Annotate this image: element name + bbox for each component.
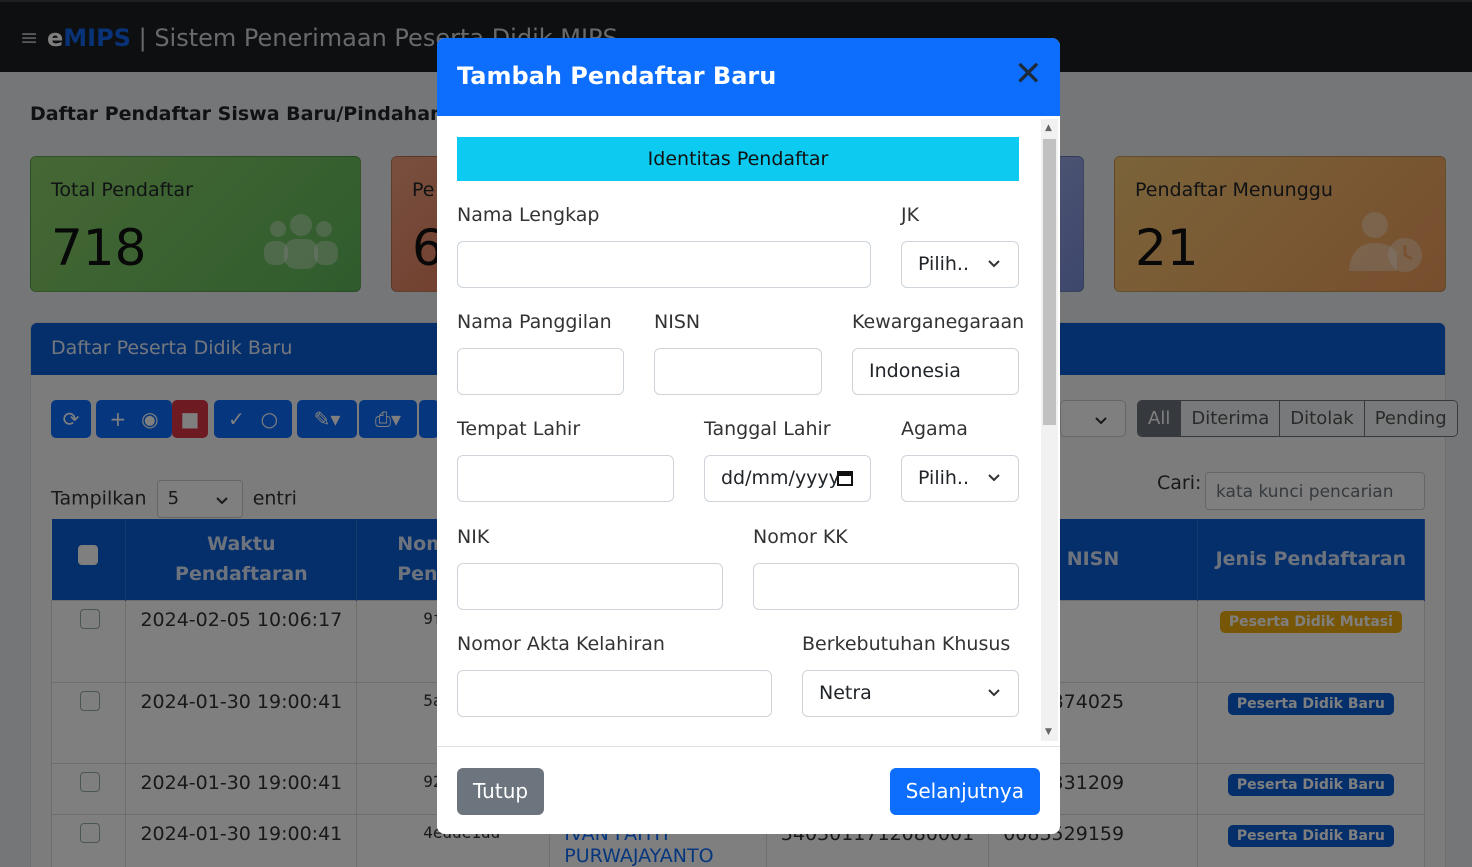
scroll-down-icon[interactable]: ▼ <box>1045 727 1052 737</box>
chevron-down-icon <box>988 474 1000 482</box>
berkebutuhan-select[interactable]: Netra <box>802 670 1019 717</box>
close-icon[interactable]: ✕ <box>1014 57 1043 91</box>
label-nama-lengkap: Nama Lengkap <box>457 204 600 226</box>
label-tempat-lahir: Tempat Lahir <box>457 418 581 440</box>
add-registrant-modal: Tambah Pendaftar Baru ✕ Identitas Pendaf… <box>437 38 1060 834</box>
scrollbar-thumb[interactable] <box>1043 139 1056 425</box>
label-agama: Agama <box>901 418 968 440</box>
kewarganegaraan-input[interactable]: Indonesia <box>852 348 1019 395</box>
tanggal-lahir-input[interactable]: dd/mm/yyyy <box>704 455 871 502</box>
close-button[interactable]: Tutup <box>457 768 545 815</box>
chevron-down-icon <box>988 260 1000 268</box>
modal-footer: Tutup Selanjutnya <box>437 746 1060 834</box>
label-nisn: NISN <box>654 311 701 333</box>
akta-input[interactable] <box>457 670 772 717</box>
section-header: Identitas Pendaftar <box>457 137 1019 181</box>
modal-title: Tambah Pendaftar Baru <box>457 62 777 90</box>
jk-select[interactable]: Pilih.. <box>901 241 1019 288</box>
nama-panggilan-input[interactable] <box>457 348 624 395</box>
label-tanggal-lahir: Tanggal Lahir <box>704 418 831 440</box>
label-nomor-kk: Nomor KK <box>753 526 848 548</box>
tempat-lahir-input[interactable] <box>457 455 674 502</box>
label-kewarganegaraan: Kewarganegaraan <box>852 311 1025 333</box>
modal-header: Tambah Pendaftar Baru ✕ <box>437 38 1060 116</box>
label-akta: Nomor Akta Kelahiran <box>457 633 665 655</box>
nisn-input[interactable] <box>654 348 822 395</box>
next-button[interactable]: Selanjutnya <box>889 768 1040 815</box>
label-berkebutuhan: Berkebutuhan Khusus <box>802 633 1011 655</box>
label-jk: JK <box>901 204 920 226</box>
chevron-down-icon <box>988 689 1000 697</box>
nama-lengkap-input[interactable] <box>457 241 871 288</box>
modal-body: Identitas Pendaftar Nama Lengkap JK Pili… <box>437 116 1060 746</box>
calendar-icon[interactable] <box>836 469 854 487</box>
label-nama-panggilan: Nama Panggilan <box>457 311 612 333</box>
modal-scrollbar[interactable]: ▲ ▼ <box>1041 119 1058 741</box>
nik-input[interactable] <box>457 563 723 610</box>
agama-select[interactable]: Pilih.. <box>901 455 1019 502</box>
label-nik: NIK <box>457 526 490 548</box>
scroll-up-icon[interactable]: ▲ <box>1045 123 1052 133</box>
nomor-kk-input[interactable] <box>753 563 1019 610</box>
